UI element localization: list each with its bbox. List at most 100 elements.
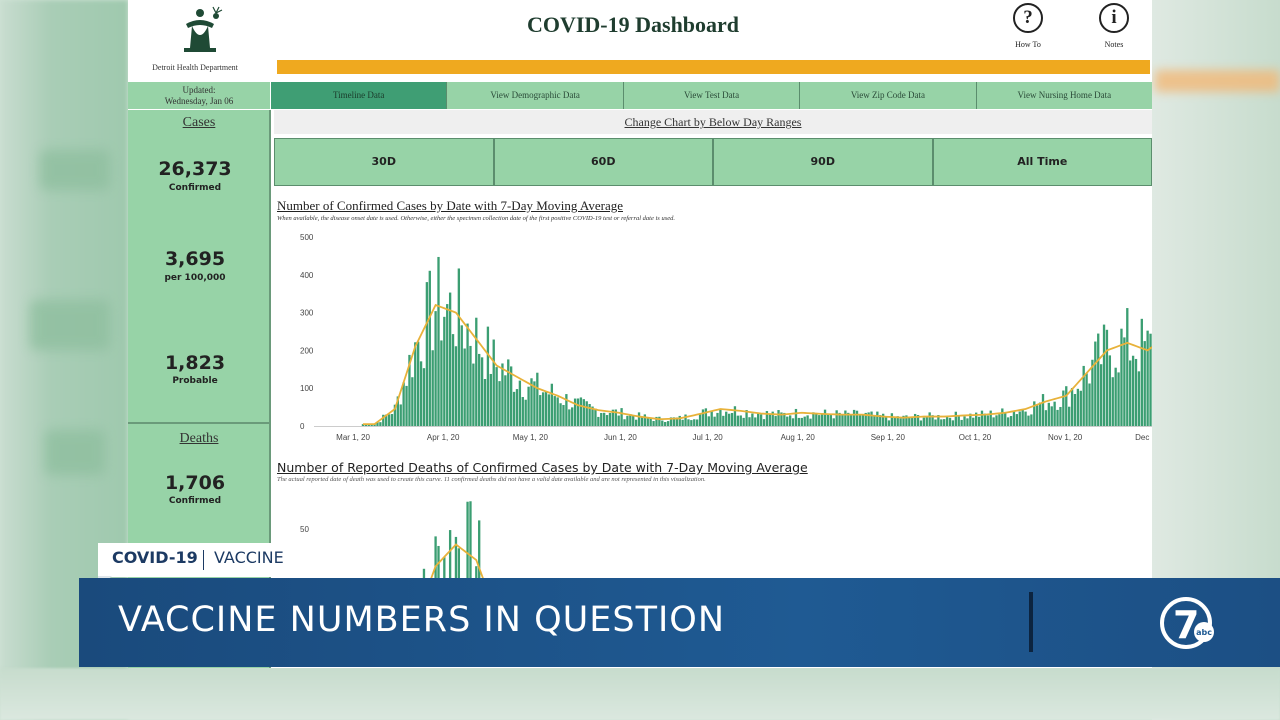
data-bar bbox=[547, 394, 551, 426]
x-tick-label: Jun 1, 20 bbox=[604, 433, 637, 442]
data-bar bbox=[448, 292, 452, 426]
y-tick-label: 400 bbox=[300, 271, 314, 280]
y-tick-label: 200 bbox=[300, 346, 314, 355]
deaths-heading: Deaths bbox=[179, 431, 219, 446]
background-blur-orange bbox=[1155, 70, 1280, 92]
data-bar bbox=[620, 408, 623, 426]
confirmed-deaths-value: 1,706 bbox=[164, 472, 226, 494]
data-bar bbox=[1004, 411, 1007, 426]
data-bar bbox=[1088, 383, 1091, 426]
data-bar bbox=[495, 367, 498, 426]
tab-timeline-data[interactable]: Timeline Data bbox=[271, 82, 447, 109]
range-30d-button[interactable]: 30D bbox=[274, 138, 494, 186]
data-bar bbox=[754, 417, 757, 426]
header-accent-bar bbox=[277, 60, 1150, 74]
data-bar bbox=[434, 536, 437, 584]
tab-demographic-data[interactable]: View Demographic Data bbox=[446, 82, 623, 109]
data-bar bbox=[1120, 328, 1123, 426]
data-bar bbox=[1137, 371, 1141, 426]
data-bar bbox=[1097, 333, 1100, 426]
range-60d-button[interactable]: 60D bbox=[493, 138, 713, 186]
data-bar bbox=[919, 420, 923, 426]
data-bar bbox=[820, 413, 824, 426]
data-bar bbox=[774, 416, 777, 426]
data-bar bbox=[515, 389, 519, 426]
deaths-chart-title: Number of Reported Deaths of Confirmed C… bbox=[277, 460, 808, 475]
data-bar bbox=[884, 417, 888, 426]
x-tick-label: Apr 1, 20 bbox=[427, 433, 460, 442]
range-header-link[interactable]: Change Chart by Below Day Ranges bbox=[274, 110, 1152, 134]
how-to-button[interactable]: ? How To bbox=[998, 3, 1058, 49]
data-bar bbox=[789, 415, 792, 426]
data-bar bbox=[736, 415, 740, 426]
data-bar bbox=[899, 418, 902, 426]
data-bar bbox=[658, 416, 661, 426]
data-bar bbox=[1076, 388, 1080, 426]
data-bar bbox=[1009, 416, 1013, 426]
data-bar bbox=[568, 409, 571, 426]
data-bar bbox=[960, 419, 963, 426]
channel-7-abc-logo: 7 abc bbox=[1160, 597, 1214, 649]
data-bar bbox=[800, 417, 803, 426]
x-tick-label: May 1, 20 bbox=[513, 433, 549, 442]
data-bar bbox=[1111, 377, 1114, 426]
data-bar bbox=[1001, 408, 1004, 426]
data-bar bbox=[539, 395, 542, 426]
cases-chart: 0 100 200 300 400 500 Mar 1, 20 Apr 1, 20 May 1,… bbox=[300, 233, 1152, 442]
data-bar bbox=[922, 417, 926, 426]
data-bar bbox=[1073, 393, 1077, 426]
data-bar bbox=[463, 348, 466, 426]
data-bar bbox=[768, 414, 771, 426]
logo-number: 7 bbox=[1173, 603, 1199, 647]
x-tick-label: Sep 1, 20 bbox=[871, 433, 906, 442]
tab-zip-code-data[interactable]: View Zip Code Data bbox=[799, 82, 976, 109]
data-bar bbox=[1085, 373, 1088, 426]
data-bar bbox=[387, 414, 391, 426]
data-bar bbox=[945, 416, 949, 426]
data-bar bbox=[541, 392, 545, 426]
data-bar bbox=[701, 409, 705, 426]
data-bar bbox=[501, 363, 504, 426]
tab-nursing-home-data[interactable]: View Nursing Home Data bbox=[975, 82, 1152, 109]
data-bar bbox=[818, 415, 821, 426]
range-all-time-button[interactable]: All Time bbox=[932, 138, 1152, 186]
data-bar bbox=[605, 415, 609, 426]
data-bar bbox=[1059, 406, 1062, 426]
help-icon: ? bbox=[1013, 3, 1043, 33]
data-bar bbox=[422, 368, 426, 426]
data-bar bbox=[841, 414, 844, 426]
data-bar bbox=[908, 417, 911, 426]
data-bar bbox=[823, 409, 827, 426]
confirmed-cases-value: 26,373 bbox=[158, 158, 232, 180]
data-bar bbox=[730, 412, 734, 426]
data-bar bbox=[562, 404, 565, 426]
data-bar bbox=[637, 412, 641, 426]
y-tick-label: 100 bbox=[300, 384, 314, 393]
tab-test-data[interactable]: View Test Data bbox=[622, 82, 800, 109]
data-bar bbox=[1129, 360, 1132, 426]
data-bar bbox=[757, 413, 760, 426]
deaths-chart: 50 bbox=[300, 501, 486, 584]
page-title: COVID-19 Dashboard bbox=[526, 12, 740, 37]
data-bar bbox=[626, 415, 629, 426]
data-bar bbox=[989, 410, 992, 426]
data-bar bbox=[1099, 364, 1103, 426]
data-bar bbox=[986, 415, 989, 426]
news-headline: VACCINE NUMBERS IN QUESTION bbox=[118, 600, 725, 640]
data-bar bbox=[498, 381, 501, 426]
x-tick-label: Oct 1, 20 bbox=[959, 433, 992, 442]
y-tick-label: 0 bbox=[300, 422, 305, 431]
data-bar bbox=[457, 268, 461, 426]
data-bar bbox=[1134, 358, 1138, 426]
data-bar bbox=[826, 413, 830, 426]
data-bar bbox=[399, 404, 402, 426]
topic-tag-primary: COVID-19 bbox=[112, 548, 198, 567]
data-bar bbox=[911, 417, 914, 426]
range-90d-button[interactable]: 90D bbox=[713, 138, 933, 186]
department-name: Detroit Health Department bbox=[152, 63, 238, 72]
data-bar bbox=[469, 345, 472, 426]
data-bar bbox=[480, 357, 484, 426]
data-bar bbox=[977, 416, 981, 426]
data-bar bbox=[466, 323, 469, 426]
notes-button[interactable]: i Notes bbox=[1084, 3, 1144, 49]
